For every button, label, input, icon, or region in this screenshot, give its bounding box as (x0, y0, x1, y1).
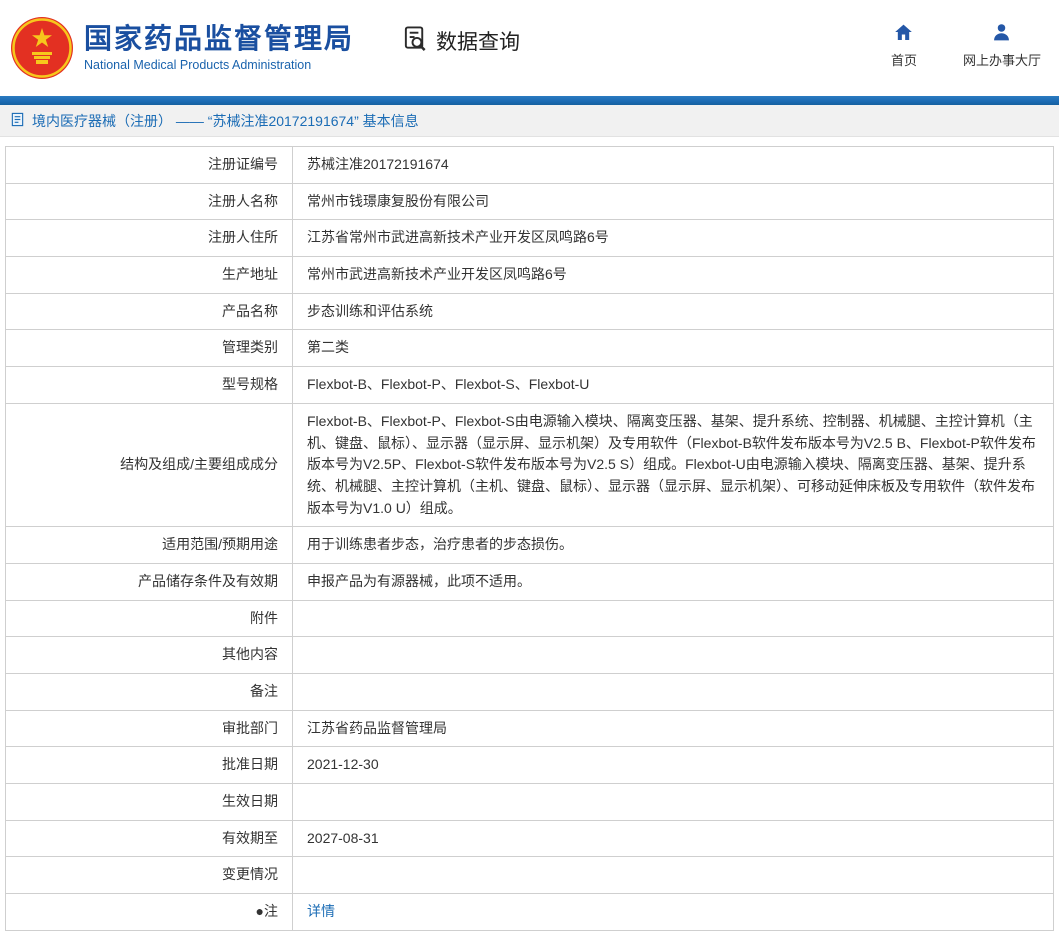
detail-link[interactable]: 详情 (307, 903, 335, 919)
row-value: Flexbot-B、Flexbot-P、Flexbot-S由电源输入模块、隔离变… (292, 402, 1054, 528)
table-row: 有效期至 2027-08-31 (5, 819, 1054, 858)
row-value: 常州市武进高新技术产业开发区凤鸣路6号 (292, 256, 1054, 294)
nav-home-label: 首页 (890, 52, 917, 68)
org-name-en: National Medical Products Administration (84, 58, 312, 73)
row-label: 注册人住所 (5, 219, 293, 258)
org-names: 国家药品监督管理局 National Medical Products Admi… (84, 22, 355, 73)
row-value: 第二类 (292, 329, 1054, 368)
table-row: 结构及组成/主要组成成分 Flexbot-B、Flexbot-P、Flexbot… (5, 402, 1054, 528)
data-query-label: 数据查询 (436, 31, 521, 54)
row-label: 附件 (5, 599, 293, 638)
table-row: 生效日期 (5, 783, 1054, 821)
row-label: 生产地址 (5, 256, 293, 294)
row-value: 2027-08-31 (292, 819, 1054, 858)
org-name-zh: 国家药品监督管理局 (84, 22, 355, 54)
row-value (292, 856, 1054, 895)
row-label: 注册证编号 (5, 146, 293, 184)
info-table-body: 注册证编号 苏械注准20172191674 注册人名称 常州市钱璟康复股份有限公… (5, 146, 1054, 931)
row-value: 江苏省药品监督管理局 (292, 709, 1054, 748)
table-row: 适用范围/预期用途 用于训练患者步态，治疗患者的步态损伤。 (5, 526, 1054, 564)
table-row: 产品名称 步态训练和评估系统 (5, 292, 1054, 331)
row-label: 型号规格 (5, 366, 293, 404)
registration-info-table: 注册证编号 苏械注准20172191674 注册人名称 常州市钱璟康复股份有限公… (5, 146, 1054, 931)
breadcrumb-text: 境内医疗器械（注册） —— “苏械注准20172191674” 基本信息 (32, 112, 419, 129)
row-value: 申报产品为有源器械，此项不适用。 (292, 562, 1054, 601)
row-label: 管理类别 (5, 329, 293, 368)
row-label: 适用范围/预期用途 (5, 526, 293, 564)
row-label: 变更情况 (5, 856, 293, 895)
row-label: 生效日期 (5, 783, 293, 821)
row-label: 注册人名称 (5, 182, 293, 221)
row-label: 结构及组成/主要组成成分 (5, 402, 293, 528)
home-icon (893, 22, 914, 46)
user-icon (991, 22, 1012, 46)
table-row: 产品储存条件及有效期 申报产品为有源器械，此项不适用。 (5, 562, 1054, 601)
row-label: 产品名称 (5, 292, 293, 331)
row-value: 2021-12-30 (292, 746, 1054, 785)
row-label: 其他内容 (5, 636, 293, 674)
row-label: 备注 (5, 673, 293, 711)
table-row: 生产地址 常州市武进高新技术产业开发区凤鸣路6号 (5, 256, 1054, 294)
row-label: 审批部门 (5, 709, 293, 748)
table-row: 管理类别 第二类 (5, 329, 1054, 368)
row-value (292, 599, 1054, 638)
data-query-title: 数据查询 (402, 25, 520, 58)
nav-service-hall[interactable]: 网上办事大厅 (963, 22, 1041, 69)
row-value: Flexbot-B、Flexbot-P、Flexbot-S、Flexbot-U (292, 366, 1054, 404)
table-wrap: 注册证编号 苏械注准20172191674 注册人名称 常州市钱璟康复股份有限公… (0, 137, 1059, 943)
row-value: 常州市钱璟康复股份有限公司 (292, 182, 1054, 221)
national-emblem-logo (10, 16, 74, 80)
row-label: 批准日期 (5, 746, 293, 785)
row-value (292, 636, 1054, 674)
row-value (292, 673, 1054, 711)
table-row: 注册人住所 江苏省常州市武进高新技术产业开发区凤鸣路6号 (5, 219, 1054, 258)
table-row: 附件 (5, 599, 1054, 638)
row-value: 苏械注准20172191674 (292, 146, 1054, 184)
row-label: ●注 (5, 893, 293, 931)
top-nav: 首页 网上办事大厅 (891, 22, 1041, 75)
row-value: 详情 (292, 893, 1054, 931)
table-row: 其他内容 (5, 636, 1054, 674)
table-row: 备注 (5, 673, 1054, 711)
row-value: 用于训练患者步态，治疗患者的步态损伤。 (292, 526, 1054, 564)
document-icon (10, 112, 25, 130)
header-accent-bar (0, 96, 1059, 105)
table-row: 注册人名称 常州市钱璟康复股份有限公司 (5, 182, 1054, 221)
nav-service-hall-label: 网上办事大厅 (962, 52, 1041, 68)
row-value: 江苏省常州市武进高新技术产业开发区凤鸣路6号 (292, 219, 1054, 258)
breadcrumb: 境内医疗器械（注册） —— “苏械注准20172191674” 基本信息 (0, 105, 1059, 137)
table-row: 型号规格 Flexbot-B、Flexbot-P、Flexbot-S、Flexb… (5, 366, 1054, 404)
row-label: 有效期至 (5, 819, 293, 858)
row-value: 步态训练和评估系统 (292, 292, 1054, 331)
site-header: 国家药品监督管理局 National Medical Products Admi… (0, 0, 1059, 96)
nav-home[interactable]: 首页 (891, 22, 917, 69)
row-label: 产品储存条件及有效期 (5, 562, 293, 601)
table-row: 批准日期 2021-12-30 (5, 746, 1054, 785)
data-query-icon (402, 25, 429, 58)
table-row: 审批部门 江苏省药品监督管理局 (5, 709, 1054, 748)
row-value (292, 783, 1054, 821)
table-row: 注册证编号 苏械注准20172191674 (5, 146, 1054, 184)
logo-group: 国家药品监督管理局 National Medical Products Admi… (10, 16, 354, 80)
table-row: 变更情况 (5, 856, 1054, 895)
table-row: ●注 详情 (5, 893, 1054, 931)
